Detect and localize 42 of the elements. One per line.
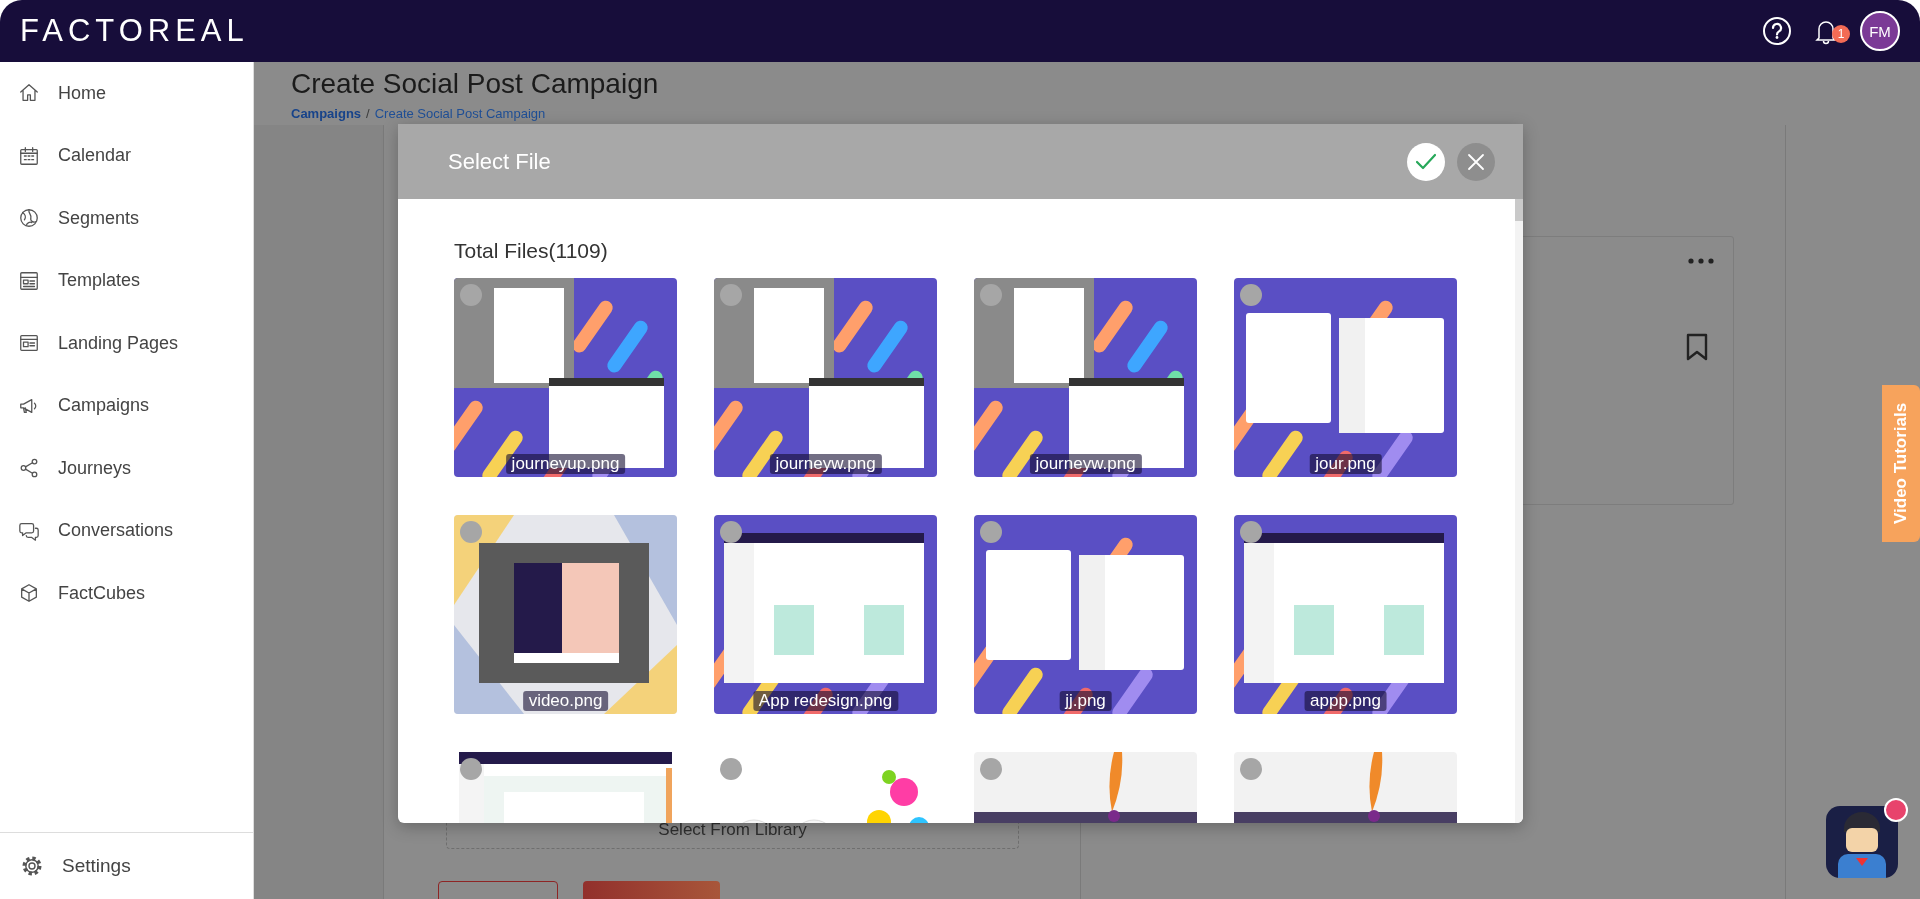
sidebar-item[interactable]: Calendar [0,124,253,187]
file-name: journeyw.png [769,454,882,474]
globe-icon [18,207,40,230]
sidebar-item[interactable]: Home [0,62,253,125]
cube-icon [18,582,40,605]
file-count: Total Files(1109) [454,239,609,263]
file-name: appp.png [1304,691,1387,711]
more-icon[interactable] [1687,257,1715,265]
close-icon [1467,152,1485,171]
file-name: jour.png [1309,454,1382,474]
file-name: jj.png [1059,691,1112,711]
share-icon [18,457,40,480]
sidebar-item[interactable]: Segments [0,187,253,250]
help-icon[interactable] [1762,16,1792,46]
chat-launcher[interactable] [1826,806,1898,878]
file-name: journeyw.png [1029,454,1142,474]
close-button[interactable] [1457,142,1495,181]
sidebar-item[interactable]: Journeys [0,437,253,500]
sidebar-item[interactable]: Conversations [0,499,253,562]
notification-badge: 1 [1832,25,1850,43]
logo[interactable]: FACTOREAL [20,13,249,49]
dialog-title: Select File [448,148,552,175]
settings-icon [20,854,44,878]
layout-icon [18,269,40,292]
sidebar-item[interactable]: Templates [0,249,253,312]
bookmark-icon[interactable] [1686,333,1708,361]
breadcrumb-current: Create Social Post Campaign [374,106,546,121]
breadcrumb-separator: / [366,106,370,121]
page-title: Create Social Post Campaign [291,68,660,100]
calendar-icon [18,144,40,167]
file-name: video.png [522,691,609,711]
user-avatar[interactable]: FM [1860,11,1900,51]
confirm-button[interactable] [1407,142,1445,181]
scrollbar[interactable] [1515,199,1523,823]
check-icon [1415,152,1437,171]
sidebar-item[interactable]: Campaigns [0,374,253,437]
sidebar-item[interactable]: Landing Pages [0,312,253,375]
figure-icon [1826,806,1898,878]
file-name: journeyup.png [505,454,626,474]
sidebar-item[interactable]: Settings [0,832,253,899]
file-name: App redesign.png [752,691,899,711]
sidebar-item[interactable]: FactCubes [0,562,253,625]
